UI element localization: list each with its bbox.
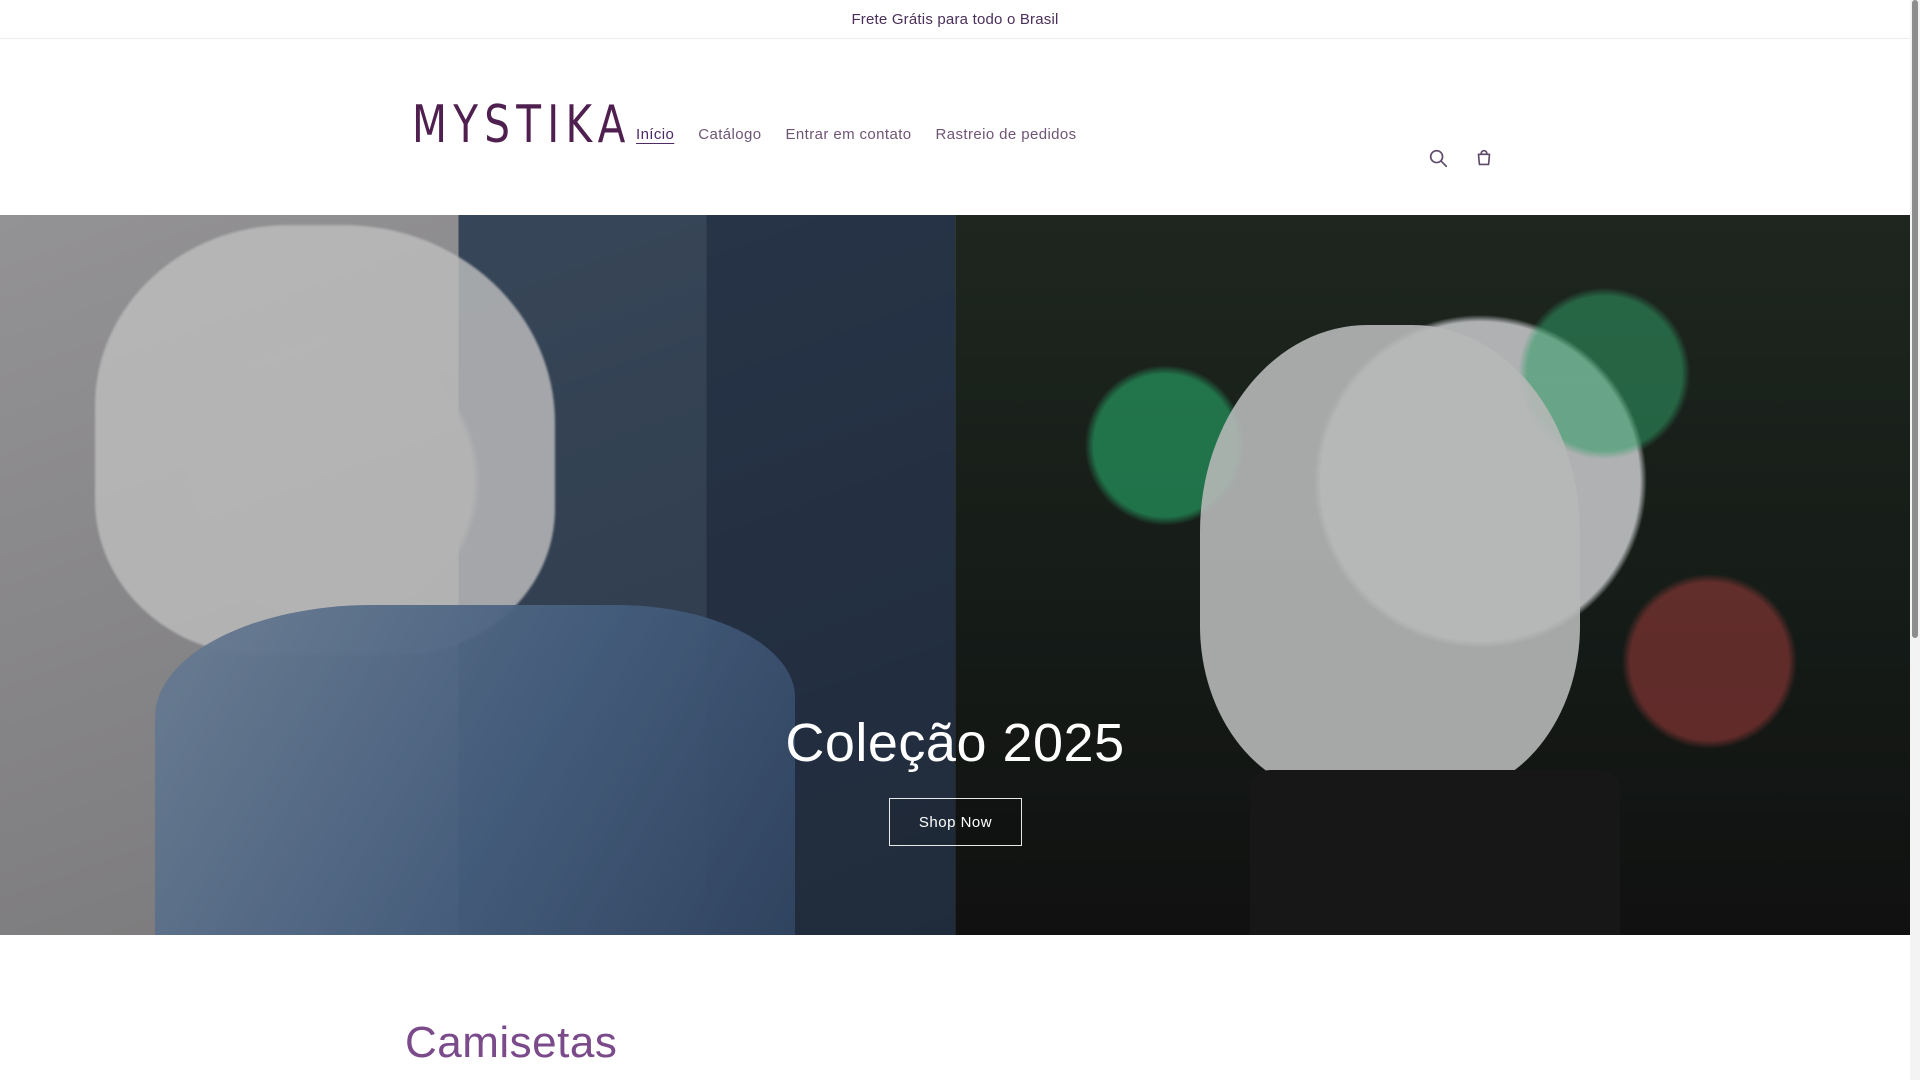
search-button[interactable]	[1424, 144, 1452, 172]
shop-now-button[interactable]: Shop Now	[889, 798, 1022, 846]
announcement-bar: Frete Grátis para todo o Brasil	[0, 0, 1910, 39]
nav-item-inicio[interactable]: Início	[636, 126, 674, 143]
nav-item-rastreio[interactable]: Rastreio de pedidos	[936, 126, 1077, 143]
cart-icon	[1477, 149, 1491, 166]
cart-button[interactable]	[1470, 144, 1498, 172]
page: Frete Grátis para todo o Brasil MYSTIKA …	[0, 0, 1920, 1080]
search-icon	[1429, 149, 1448, 168]
nav-item-contato[interactable]: Entrar em contato	[786, 126, 912, 143]
section-title: Camisetas	[405, 1017, 618, 1067]
header-actions	[1424, 144, 1498, 172]
hero-title: Coleção 2025	[785, 713, 1125, 773]
main-nav: Início Catálogo Entrar em contato Rastre…	[636, 126, 1077, 143]
announcement-text: Frete Grátis para todo o Brasil	[851, 10, 1059, 28]
logo[interactable]: MYSTIKA	[412, 99, 632, 151]
page-scrollbar-thumb[interactable]	[1912, 0, 1918, 638]
nav-item-catalogo[interactable]: Catálogo	[698, 126, 761, 143]
site-header: MYSTIKA Início Catálogo Entrar em contat…	[0, 39, 1910, 215]
hero-banner: Coleção 2025 Shop Now	[0, 215, 1910, 935]
